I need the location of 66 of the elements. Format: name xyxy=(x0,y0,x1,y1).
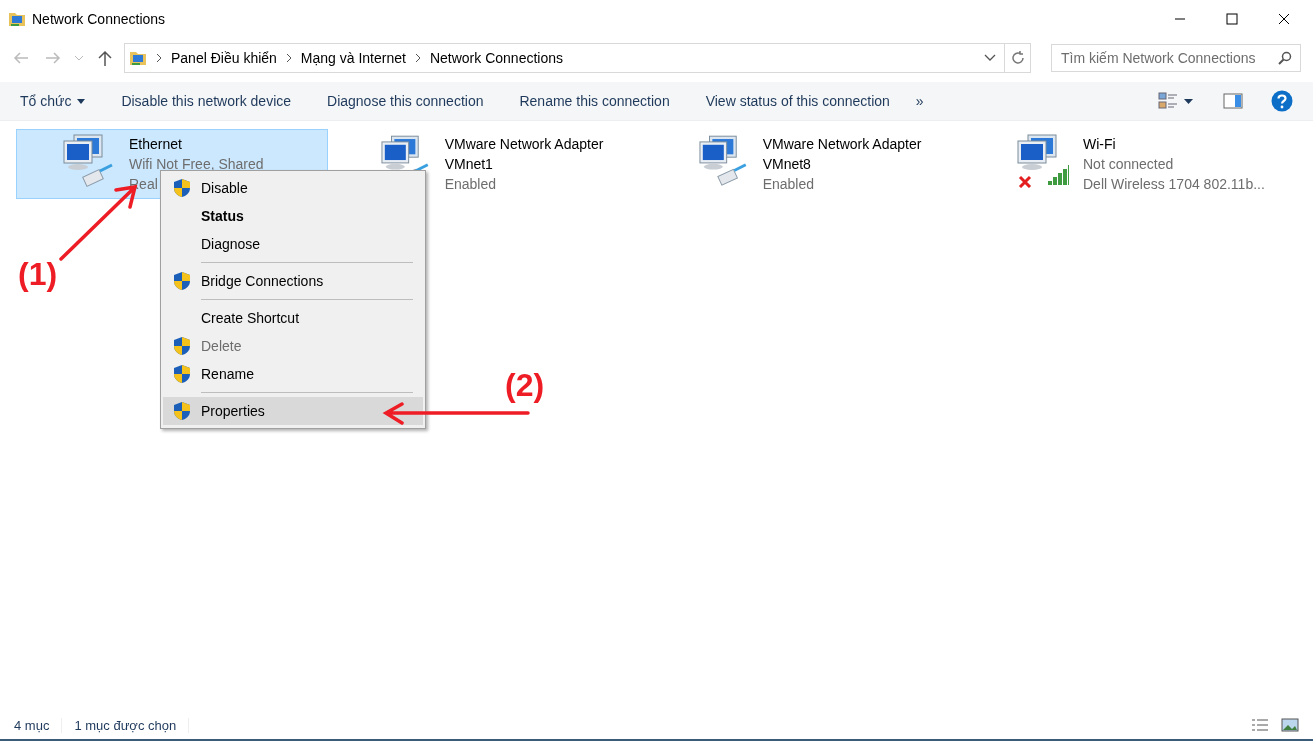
connection-name: VMware Network Adapter VMnet1 xyxy=(444,135,605,174)
menu-item[interactable]: Properties xyxy=(163,397,423,425)
caret-icon xyxy=(77,98,86,104)
connection-detail: Wifi Not Free, Shared xyxy=(129,155,264,174)
breadcrumb[interactable]: Network Connections xyxy=(429,50,563,66)
breadcrumb[interactable]: Mạng và Internet xyxy=(300,50,406,66)
annotation-label: (2) xyxy=(505,367,545,404)
chevron-icon xyxy=(155,53,163,63)
connection-name: Wi-Fi xyxy=(1083,135,1117,154)
connection-detail: Real xyxy=(129,175,158,194)
menu-item[interactable]: Diagnose xyxy=(163,230,423,258)
connection-detail: Dell Wireless 1704 802.11b... xyxy=(1083,175,1265,194)
connection-item[interactable]: VMware Network Adapter VMnet8 Enabled xyxy=(652,129,964,199)
breadcrumb[interactable]: Panel Điều khiển xyxy=(171,50,277,66)
maximize-icon xyxy=(1226,13,1238,25)
network-folder-icon xyxy=(8,11,26,27)
caret-icon xyxy=(1184,98,1193,104)
shield-icon xyxy=(173,336,191,356)
selection-count: 1 mục được chọn xyxy=(74,717,190,733)
shield-icon xyxy=(173,271,191,291)
chevron-down-icon[interactable] xyxy=(984,54,996,62)
chevron-icon xyxy=(284,53,293,63)
search-field[interactable]: Tìm kiếm Network Connections xyxy=(1051,44,1301,72)
shield-icon xyxy=(173,401,191,421)
preview-pane-button[interactable] xyxy=(1223,93,1243,109)
forward-arrow-icon xyxy=(45,52,61,64)
shield-icon xyxy=(173,364,191,384)
connection-detail: Not connected xyxy=(1083,155,1174,174)
window-title: Network Connections xyxy=(32,11,167,27)
toolbar-command[interactable]: Diagnose this connection xyxy=(327,93,484,109)
connection-name: VMware Network Adapter VMnet8 xyxy=(762,135,923,174)
up-arrow-icon xyxy=(98,50,112,66)
connection-detail: Enabled xyxy=(762,175,814,194)
annotation-label: (1) xyxy=(18,256,58,293)
view-options-button[interactable] xyxy=(1158,92,1193,110)
connection-name: Ethernet xyxy=(129,135,183,154)
menu-item[interactable]: Status xyxy=(163,202,423,230)
menu-item[interactable]: Create Shortcut xyxy=(163,304,423,332)
view-icon xyxy=(1158,92,1178,110)
toolbar-command[interactable]: Rename this connection xyxy=(519,93,670,109)
connection-detail: Enabled xyxy=(444,175,496,194)
item-count: 4 mục xyxy=(14,717,63,733)
menu-item[interactable]: Rename xyxy=(163,360,423,388)
chevron-down-icon xyxy=(74,55,84,61)
network-adapter-icon xyxy=(63,134,115,188)
network-folder-icon xyxy=(129,50,147,66)
refresh-icon xyxy=(1009,50,1026,66)
network-adapter-icon xyxy=(699,134,749,188)
chevron-icon xyxy=(413,53,422,63)
help-icon xyxy=(1271,90,1293,112)
pane-icon xyxy=(1223,93,1243,109)
toolbar-command[interactable]: View status of this connection xyxy=(705,93,890,109)
search-icon xyxy=(1278,51,1292,65)
wireless-adapter-icon xyxy=(1017,134,1069,188)
shield-icon xyxy=(173,178,191,198)
help-button[interactable] xyxy=(1271,90,1293,112)
toolbar-command[interactable]: Disable this network device xyxy=(121,93,292,109)
more-commands-button[interactable]: » xyxy=(915,93,924,109)
organize-menu-button[interactable]: Tổ chức xyxy=(20,93,86,109)
back-arrow-icon xyxy=(13,52,29,64)
menu-item[interactable]: Bridge Connections xyxy=(163,267,423,295)
address-bar[interactable]: Panel Điều khiển Mạng và Internet Network Connections xyxy=(124,43,1031,73)
connection-item[interactable]: Wi-Fi Not connected Dell Wireless 1704 802.11b... xyxy=(970,129,1282,199)
close-icon xyxy=(1278,13,1290,25)
details-view-icon[interactable] xyxy=(1251,718,1269,732)
large-icons-view-icon[interactable] xyxy=(1281,718,1299,732)
